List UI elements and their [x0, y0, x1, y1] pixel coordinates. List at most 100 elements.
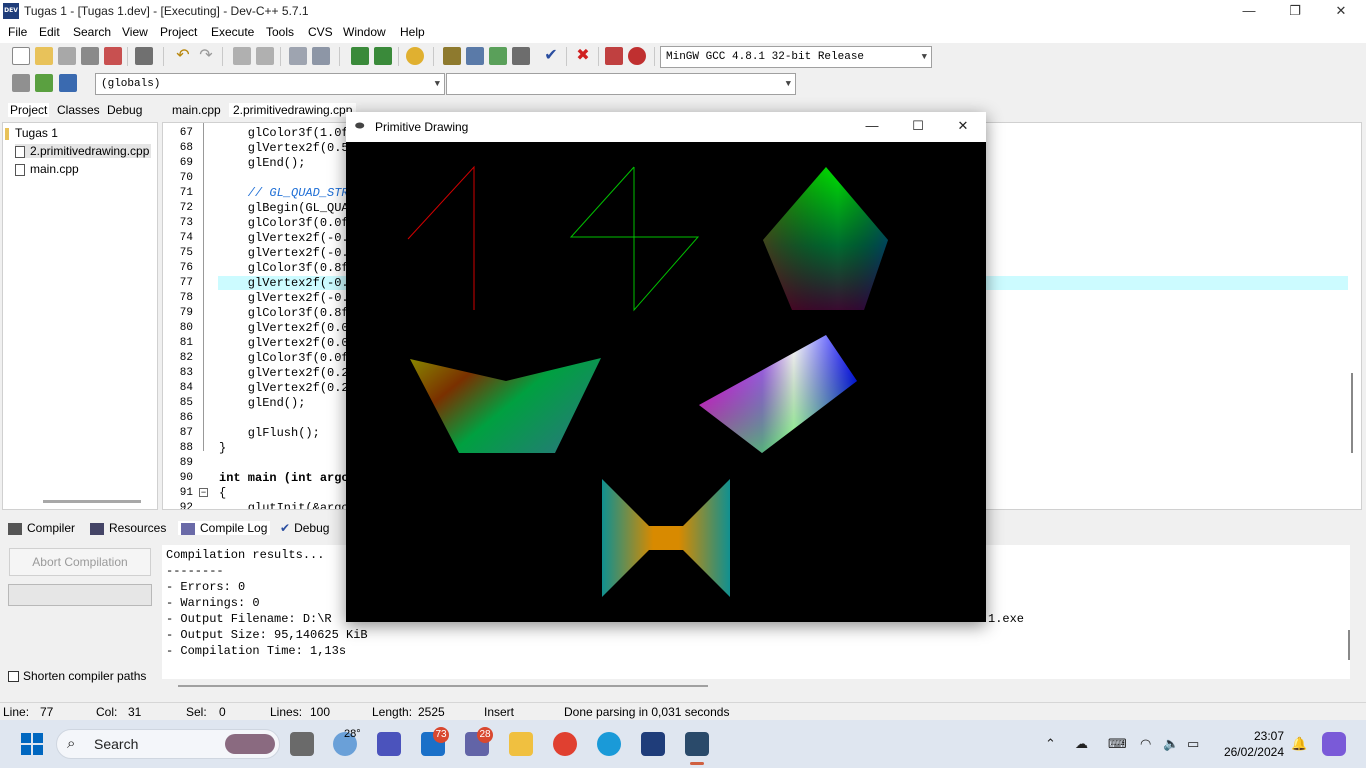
file-explorer-icon[interactable] — [509, 732, 533, 756]
clock-date[interactable]: 26/02/2024 — [1220, 745, 1284, 759]
close-button[interactable]: ✕ — [1318, 0, 1364, 23]
log-vertical-scrollbar[interactable] — [1348, 630, 1350, 660]
goto-line-icon[interactable] — [289, 47, 307, 65]
opengl-window-taskbar-icon[interactable] — [685, 732, 709, 756]
print-icon[interactable] — [135, 47, 153, 65]
menu-tools[interactable]: Tools — [266, 25, 294, 39]
menu-view[interactable]: View — [122, 25, 148, 39]
gl-close-button[interactable]: ✕ — [940, 112, 986, 142]
menu-project[interactable]: Project — [160, 25, 197, 39]
notification-bell-icon[interactable]: 🔔 — [1291, 736, 1307, 752]
new-file-icon[interactable] — [12, 47, 30, 65]
abort-compilation-button[interactable]: Abort Compilation — [9, 548, 151, 576]
replace-icon[interactable] — [256, 47, 274, 65]
add-to-project-icon[interactable] — [351, 47, 369, 65]
battery-icon[interactable]: ▭ — [1187, 736, 1199, 752]
code-line[interactable]: glVertex2f(-0. — [219, 246, 349, 260]
maximize-button[interactable]: ❐ — [1272, 0, 1318, 23]
gl-minimize-button[interactable]: — — [849, 112, 895, 142]
code-line[interactable]: glEnd(); — [219, 396, 306, 410]
keyboard-icon[interactable]: ⌨ — [1108, 736, 1127, 752]
syntax-check-icon[interactable]: ✔ — [542, 47, 560, 65]
onedrive-icon[interactable]: ☁ — [1075, 736, 1088, 752]
code-line[interactable]: glColor3f(0.8f — [219, 261, 349, 275]
toggle-bookmark-icon[interactable] — [35, 74, 53, 92]
code-line[interactable]: } — [219, 441, 226, 455]
save-all-icon[interactable] — [81, 47, 99, 65]
code-line[interactable]: glVertex2f(-0.( — [219, 276, 356, 290]
code-line[interactable]: int main (int argc — [219, 471, 349, 485]
primitive-drawing-window[interactable]: ⬬ Primitive Drawing — ☐ ✕ — [346, 112, 986, 622]
teams-icon[interactable] — [377, 732, 401, 756]
code-line[interactable]: glColor3f(1.0f — [219, 126, 349, 140]
menu-cvs[interactable]: CVS — [308, 25, 333, 39]
code-line[interactable]: // GL_QUAD_STR — [219, 186, 349, 200]
tree-root-item[interactable]: Tugas 1 — [5, 126, 58, 140]
menu-execute[interactable]: Execute — [211, 25, 254, 39]
code-line[interactable]: glColor3f(0.0f — [219, 216, 349, 230]
menu-help[interactable]: Help — [400, 25, 425, 39]
menu-edit[interactable]: Edit — [39, 25, 60, 39]
volume-icon[interactable]: 🔈 — [1163, 736, 1179, 752]
code-line[interactable]: glVertex2f(-0.( — [219, 291, 356, 305]
clock-time[interactable]: 23:07 — [1236, 729, 1284, 743]
code-line[interactable]: glColor3f(0.0f — [219, 351, 349, 365]
menu-window[interactable]: Window — [343, 25, 386, 39]
symbol-select[interactable]: ▼ — [446, 73, 796, 95]
delete-profile-icon[interactable] — [628, 47, 646, 65]
tab-resources[interactable]: Resources — [90, 521, 166, 535]
tab-primitivedrawing-cpp[interactable]: 2.primitivedrawing.cpp — [229, 103, 357, 117]
goto-bookmark-icon[interactable] — [59, 74, 77, 92]
rebuild-all-icon[interactable] — [512, 47, 530, 65]
code-line[interactable]: glEnd(); — [219, 156, 306, 170]
chevron-up-icon[interactable]: ⌃ — [1045, 736, 1056, 752]
horizontal-scrollbar[interactable] — [43, 500, 141, 503]
code-line[interactable]: glVertex2f(0.2! — [219, 366, 356, 380]
tab-debug[interactable]: Debug — [107, 103, 142, 117]
taskbar-search[interactable]: ⌕ — [56, 729, 280, 759]
project-options-icon[interactable] — [406, 47, 424, 65]
code-line[interactable]: glColor3f(0.8f — [219, 306, 349, 320]
insert-icon[interactable] — [12, 74, 30, 92]
redo-icon[interactable]: ↷ — [197, 47, 215, 65]
fold-collapse-icon[interactable]: − — [199, 488, 208, 497]
code-line[interactable]: glVertex2f(0.2! — [219, 381, 356, 395]
bookmark-icon[interactable] — [312, 47, 330, 65]
tree-file-item[interactable]: 2.primitivedrawing.cpp — [15, 144, 152, 158]
tab-classes[interactable]: Classes — [57, 103, 100, 117]
vertical-scrollbar[interactable] — [1351, 373, 1353, 453]
compile-run-icon[interactable] — [489, 47, 507, 65]
remove-from-project-icon[interactable] — [374, 47, 392, 65]
task-view-icon[interactable] — [290, 732, 314, 756]
minimize-button[interactable]: — — [1226, 0, 1272, 23]
tab-debug-bottom[interactable]: ✔ Debug — [280, 521, 329, 535]
close-file-icon[interactable] — [104, 47, 122, 65]
edge-icon[interactable] — [597, 732, 621, 756]
gl-maximize-button[interactable]: ☐ — [895, 112, 941, 142]
menu-search[interactable]: Search — [73, 25, 111, 39]
code-line[interactable]: glVertex2f(-0. — [219, 231, 349, 245]
devcpp-taskbar-icon[interactable] — [641, 732, 665, 756]
tree-file-item[interactable]: main.cpp — [15, 162, 79, 176]
tab-compiler[interactable]: Compiler — [8, 521, 75, 535]
run-icon[interactable] — [466, 47, 484, 65]
undo-icon[interactable]: ↶ — [174, 47, 192, 65]
find-icon[interactable] — [233, 47, 251, 65]
tab-main-cpp[interactable]: main.cpp — [172, 103, 221, 117]
scope-select[interactable]: (globals) ▼ — [95, 73, 445, 95]
tab-project[interactable]: Project — [8, 103, 50, 117]
code-line[interactable]: glBegin(GL_QUAD — [219, 201, 356, 215]
log-horizontal-scrollbar[interactable] — [178, 685, 708, 687]
code-line[interactable]: glutInit(&argc — [219, 501, 349, 509]
shorten-paths-checkbox[interactable]: Shorten compiler paths — [8, 669, 146, 683]
tab-compile-log[interactable]: Compile Log — [178, 521, 271, 535]
code-line[interactable]: glVertex2f(0.5 — [219, 141, 349, 155]
compiler-select[interactable]: MinGW GCC 4.8.1 32-bit Release ▼ — [660, 46, 932, 68]
stop-execution-icon[interactable]: ✖ — [574, 47, 592, 65]
chrome-icon[interactable] — [553, 732, 577, 756]
open-file-icon[interactable] — [35, 47, 53, 65]
menu-file[interactable]: File — [8, 25, 27, 39]
compile-icon[interactable] — [443, 47, 461, 65]
checkbox-box[interactable] — [8, 671, 19, 683]
code-line[interactable]: glVertex2f(0.0! — [219, 321, 356, 335]
